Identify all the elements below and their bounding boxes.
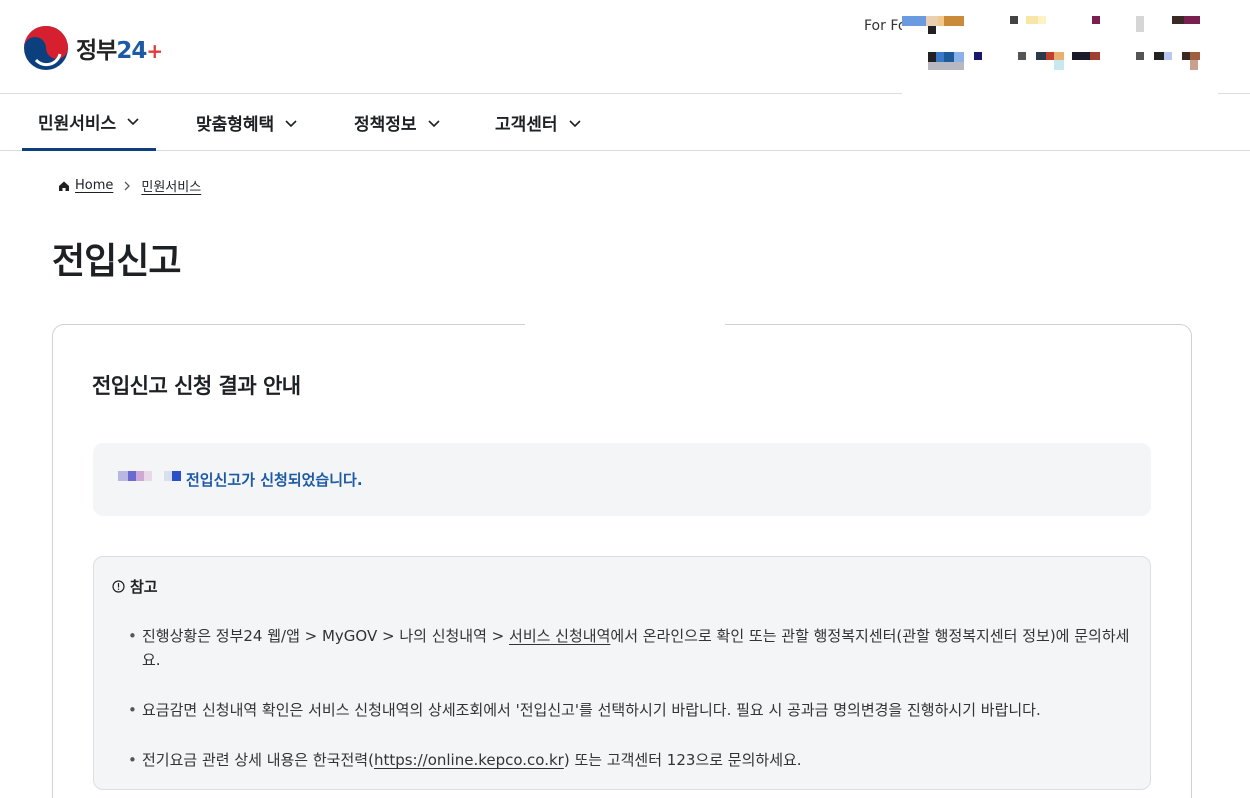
for-foreigners-link[interactable]: For Fo (864, 18, 906, 34)
chevron-down-icon (285, 119, 297, 127)
info-circle-icon (112, 580, 125, 593)
note-heading: 참고 (112, 576, 158, 597)
logo-text-gov: 정부 (76, 38, 117, 64)
nav-item-label: 민원서비스 (38, 113, 117, 134)
breadcrumb-home-link[interactable]: Home (75, 178, 113, 193)
kepco-link[interactable]: https://online.kepco.co.kr (374, 751, 564, 769)
nav-item-policy-info[interactable]: 정책정보 (354, 94, 441, 151)
card-title: 전입신고 신청 결과 안내 (92, 374, 301, 398)
nav-item-label: 정책정보 (354, 115, 417, 135)
note-text: ) 또는 고객센터 123으로 문의하세요. (563, 751, 802, 769)
note-text: 전기요금 관련 상세 내용은 한국전력( (142, 751, 374, 769)
taegeuk-logo-icon (24, 26, 68, 70)
nav-item-customer-center[interactable]: 고객센터 (495, 94, 582, 151)
chevron-right-icon (124, 181, 131, 190)
gov24-logo[interactable]: 정부24+ (22, 24, 163, 72)
home-icon (59, 181, 69, 191)
note-text: 진행상황은 정부24 웹/앱 > MyGOV > 나의 신청내역 > (142, 627, 510, 645)
note-item-discount: 요금감면 신청내역 확인은 서비스 신청내역의 상세조회에서 '전입신고'를 선… (126, 698, 1138, 722)
logo-text-plus: + (146, 39, 163, 63)
nav-item-label: 맞춤형혜택 (196, 115, 275, 135)
redacted-area (525, 320, 725, 440)
chevron-down-icon (427, 119, 440, 127)
note-item-progress: 진행상황은 정부24 웹/앱 > MyGOV > 나의 신청내역 > 서비스 신… (126, 624, 1138, 672)
chevron-down-icon (127, 118, 139, 126)
nav-item-label: 고객센터 (495, 115, 558, 135)
redacted-utility-area (902, 10, 1218, 94)
note-list: 진행상황은 정부24 웹/앱 > MyGOV > 나의 신청내역 > 서비스 신… (126, 624, 1138, 798)
redacted-applicant-name (118, 471, 182, 481)
page-title: 전입신고 (52, 241, 181, 282)
nav-item-civil-services[interactable]: 민원서비스 (22, 94, 157, 151)
chevron-down-icon (568, 119, 581, 127)
breadcrumb-current-link[interactable]: 민원서비스 (141, 176, 201, 195)
breadcrumb: Home 민원서비스 (57, 176, 201, 195)
nav-item-custom-benefits[interactable]: 맞춤형혜택 (196, 94, 298, 151)
main-navigation: 민원서비스 맞춤형혜택 정책정보 고객센터 (0, 94, 1250, 151)
service-history-link[interactable]: 서비스 신청내역 (509, 627, 610, 645)
note-heading-label: 참고 (130, 578, 158, 596)
result-message: 전입신고가 신청되었습니다. (186, 471, 363, 489)
site-header: 정부24+ For Fo (0, 0, 1250, 94)
logo-text-number: 24 (116, 38, 147, 64)
note-item-electricity: 전기요금 관련 상세 내용은 한국전력(https://online.kepco… (126, 748, 1138, 772)
